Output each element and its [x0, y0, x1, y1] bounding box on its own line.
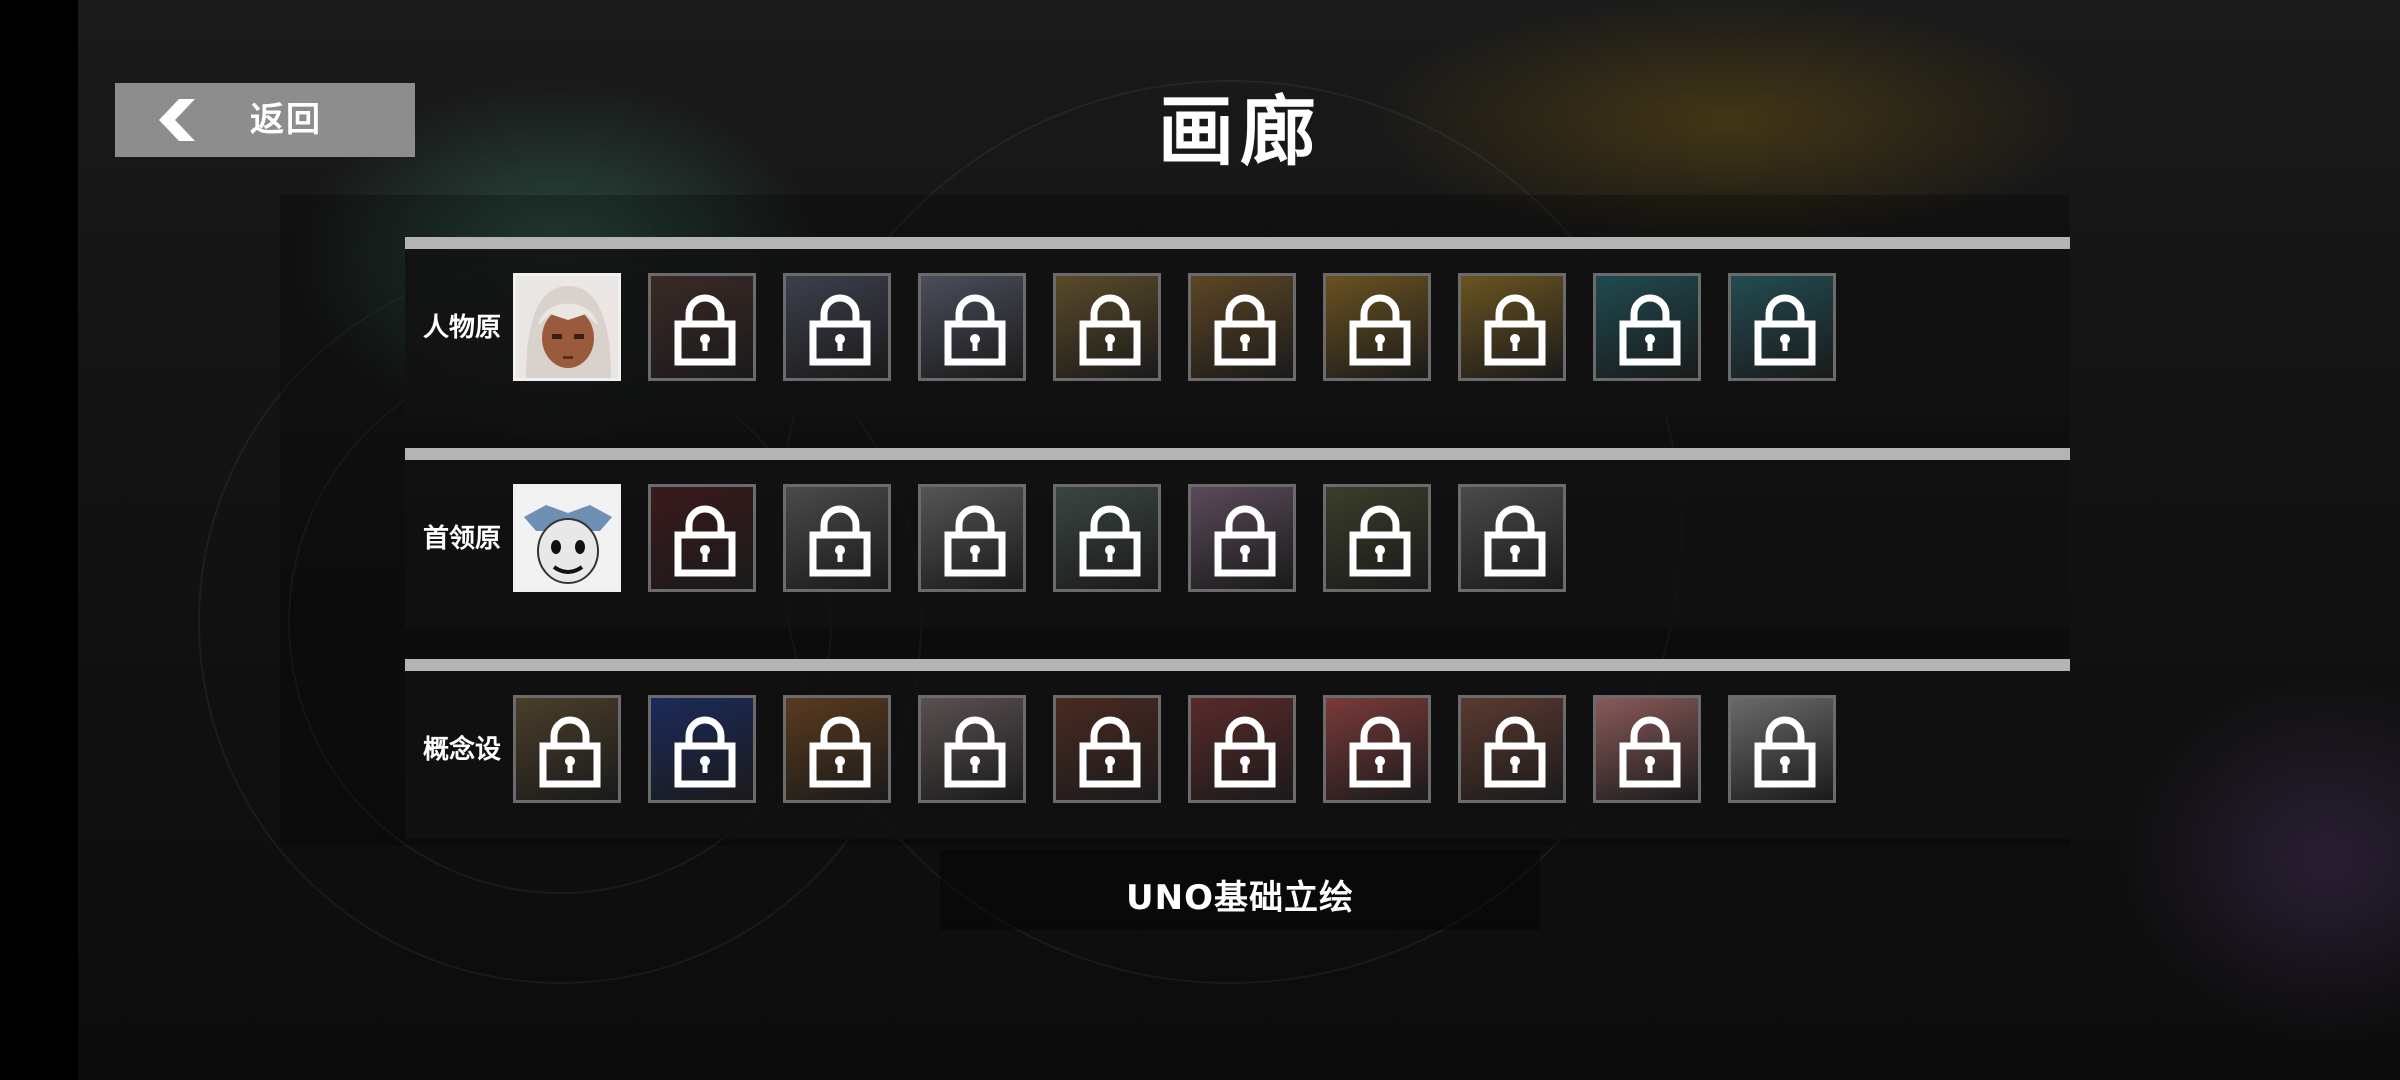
section-divider — [405, 659, 2070, 671]
gallery-thumbnail-locked[interactable] — [1053, 695, 1161, 803]
gallery-thumbnail-locked[interactable] — [1323, 273, 1431, 381]
lock-icon — [1214, 716, 1276, 788]
section-divider — [405, 448, 2070, 460]
gallery-thumbnail-locked[interactable] — [648, 273, 756, 381]
gallery-thumbnail-locked[interactable] — [1458, 273, 1566, 381]
gallery-thumbnail-locked[interactable] — [1323, 695, 1431, 803]
gallery-thumbnail-locked[interactable] — [783, 273, 891, 381]
section-label: 人物原 — [423, 313, 502, 343]
preview-caption: UNO基础立绘 — [1126, 878, 1354, 918]
lock-icon — [1619, 716, 1681, 788]
gallery-thumbnail-locked[interactable] — [513, 695, 621, 803]
gallery-thumbnail-locked[interactable] — [1188, 695, 1296, 803]
gallery-thumbnail-locked[interactable] — [1728, 695, 1836, 803]
lock-icon — [539, 716, 601, 788]
gallery-section: 概念设 — [405, 659, 2070, 839]
gallery-thumbnail-locked[interactable] — [1053, 273, 1161, 381]
gallery-thumbnail-locked[interactable] — [1593, 273, 1701, 381]
lock-icon — [1079, 294, 1141, 366]
character-portrait — [516, 276, 618, 378]
lock-icon — [809, 505, 871, 577]
lock-icon — [674, 505, 736, 577]
lock-icon — [944, 505, 1006, 577]
lock-icon — [1079, 505, 1141, 577]
gallery-thumbnail-locked[interactable] — [1323, 484, 1431, 592]
lock-icon — [1214, 505, 1276, 577]
gallery-thumbnail-unlocked[interactable] — [513, 273, 621, 381]
lock-icon — [944, 716, 1006, 788]
lock-icon — [944, 294, 1006, 366]
gallery-thumbnail-locked[interactable] — [1728, 273, 1836, 381]
lock-icon — [1754, 716, 1816, 788]
section-divider — [405, 237, 2070, 249]
boss-portrait — [516, 487, 618, 589]
gallery-thumbnail-locked[interactable] — [1458, 484, 1566, 592]
lock-icon — [1484, 294, 1546, 366]
lock-icon — [674, 716, 736, 788]
gallery-thumbnail-locked[interactable] — [918, 695, 1026, 803]
lock-icon — [1349, 716, 1411, 788]
gallery-thumbnail-locked[interactable] — [783, 484, 891, 592]
gallery-section: 首领原 — [405, 448, 2070, 628]
lock-icon — [1349, 505, 1411, 577]
gallery-thumbnail-locked[interactable] — [1188, 484, 1296, 592]
gallery-thumbnail-unlocked[interactable] — [513, 484, 621, 592]
gallery-thumbnail-locked[interactable] — [918, 484, 1026, 592]
lock-icon — [809, 716, 871, 788]
lock-icon — [1349, 294, 1411, 366]
gallery-thumbnail-locked[interactable] — [1458, 695, 1566, 803]
section-label: 概念设 — [423, 735, 502, 765]
lock-icon — [1214, 294, 1276, 366]
lock-icon — [1754, 294, 1816, 366]
lock-icon — [1484, 716, 1546, 788]
lock-icon — [674, 294, 736, 366]
lock-icon — [1079, 716, 1141, 788]
gallery-thumbnail-locked[interactable] — [648, 695, 756, 803]
gallery-thumbnail-locked[interactable] — [648, 484, 756, 592]
lock-icon — [1619, 294, 1681, 366]
page-title: 画廊 — [1158, 87, 1322, 176]
gallery-thumbnail-locked[interactable] — [783, 695, 891, 803]
gallery-thumbnail-locked[interactable] — [918, 273, 1026, 381]
gallery-thumbnail-locked[interactable] — [1053, 484, 1161, 592]
gallery-section: 人物原 — [405, 237, 2070, 417]
lock-icon — [809, 294, 871, 366]
gallery-thumbnail-locked[interactable] — [1188, 273, 1296, 381]
gallery-thumbnail-locked[interactable] — [1593, 695, 1701, 803]
lock-icon — [1484, 505, 1546, 577]
section-label: 首领原 — [423, 524, 502, 554]
